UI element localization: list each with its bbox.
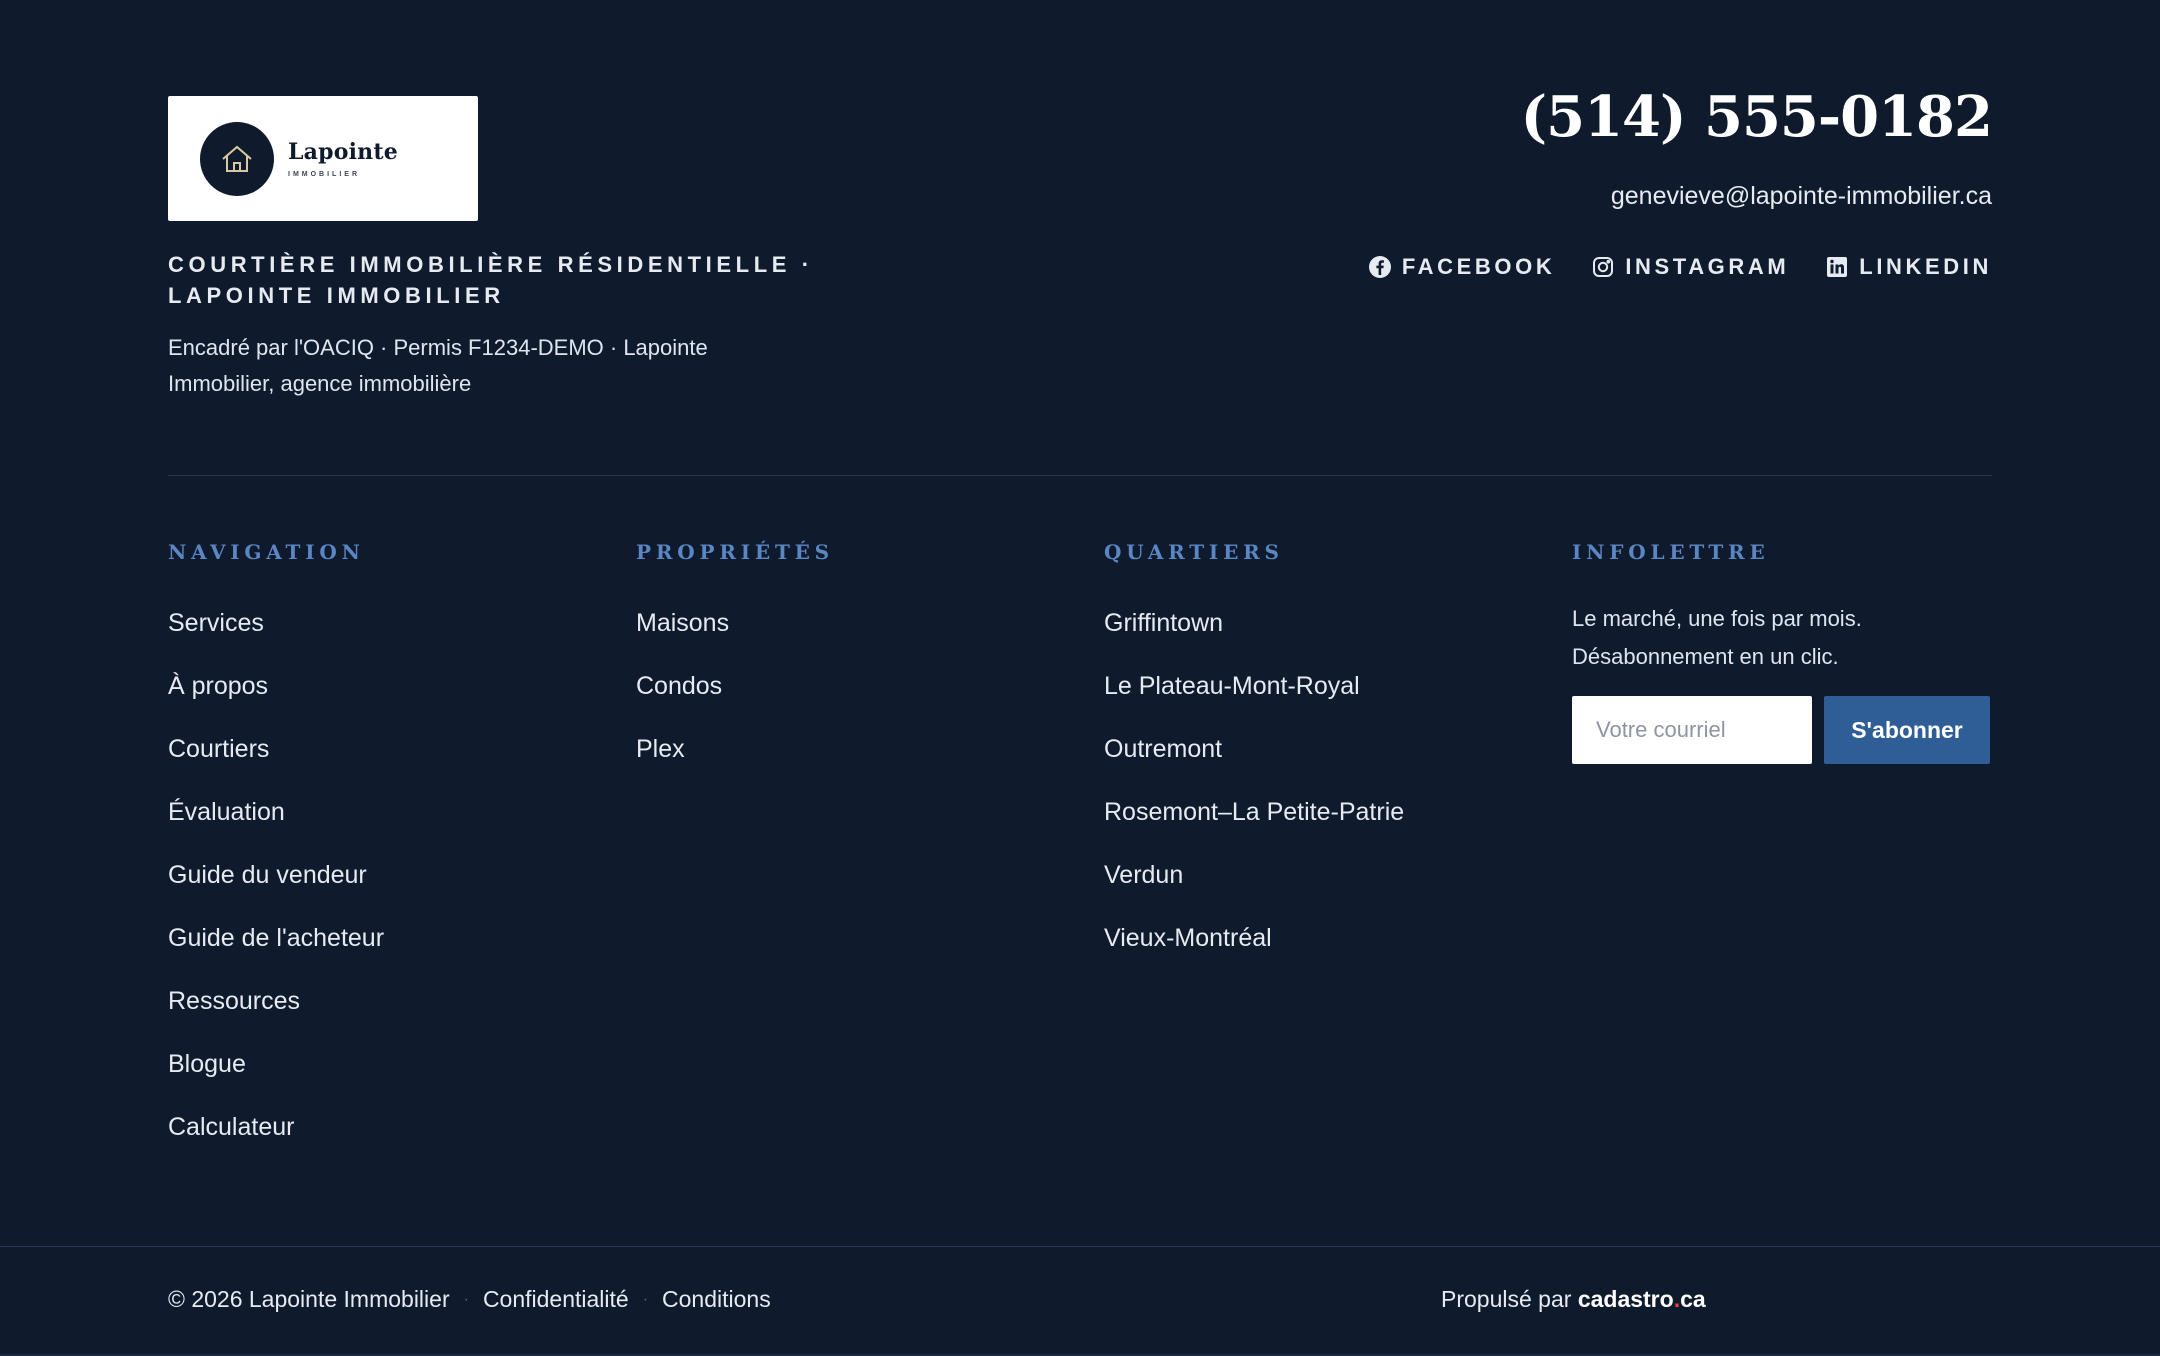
logo-text: Lapointe IMMOBILIER xyxy=(288,139,398,178)
nav-link-guide-acheteur[interactable]: Guide de l'acheteur xyxy=(168,921,384,984)
terms-link[interactable]: Conditions xyxy=(662,1286,771,1313)
column-title: INFOLETTRE xyxy=(1572,540,1770,564)
subscribe-button[interactable]: S'abonner xyxy=(1824,696,1990,764)
footer-columns: NAVIGATION Services À propos Courtiers É… xyxy=(168,540,1992,1180)
social-links: FACEBOOK INSTAGRAM LINKEDIN xyxy=(1368,254,1992,280)
copyright: © 2026 Lapointe Immobilier xyxy=(168,1286,450,1312)
neighborhood-link-outremont[interactable]: Outremont xyxy=(1104,732,1404,795)
legal-links: © 2026 Lapointe Immobilier · Confidentia… xyxy=(168,1286,771,1313)
logo-name: Lapointe xyxy=(288,139,398,165)
logo-subtitle: IMMOBILIER xyxy=(288,171,360,178)
column-title: QUARTIERS xyxy=(1104,540,1284,564)
proprietes-column: PROPRIÉTÉS Maisons Condos Plex xyxy=(636,540,834,795)
bottom-divider xyxy=(0,1246,2160,1247)
infolettre-column: INFOLETTRE Le marché, une fois par mois.… xyxy=(1572,540,1992,764)
column-title: PROPRIÉTÉS xyxy=(636,540,834,564)
neighborhood-link-plateau[interactable]: Le Plateau-Mont-Royal xyxy=(1104,669,1404,732)
newsletter-email-input[interactable] xyxy=(1572,696,1812,764)
social-label: INSTAGRAM xyxy=(1625,254,1790,279)
nav-link-ressources[interactable]: Ressources xyxy=(168,984,384,1047)
navigation-column: NAVIGATION Services À propos Courtiers É… xyxy=(168,540,384,1173)
separator: · xyxy=(463,1290,469,1308)
nav-link-a-propos[interactable]: À propos xyxy=(168,669,384,732)
nav-link-blogue[interactable]: Blogue xyxy=(168,1047,384,1110)
social-instagram[interactable]: INSTAGRAM xyxy=(1591,254,1789,280)
phone-number[interactable]: (514) 555-0182 xyxy=(1521,84,1993,150)
social-linkedin[interactable]: LINKEDIN xyxy=(1825,254,1992,280)
social-label: LINKEDIN xyxy=(1859,254,1992,279)
instagram-icon xyxy=(1593,257,1614,277)
powered-by: Propulsé par cadastro.ca xyxy=(1441,1286,1706,1313)
nav-link-courtiers[interactable]: Courtiers xyxy=(168,732,384,795)
neighborhood-link-verdun[interactable]: Verdun xyxy=(1104,858,1404,921)
footer-top: Lapointe IMMOBILIER COURTIÈRE IMMOBILIÈR… xyxy=(168,0,1993,476)
brand-name: cadastro xyxy=(1577,1286,1674,1312)
section-divider xyxy=(168,475,1992,476)
nav-link-calculateur[interactable]: Calculateur xyxy=(168,1110,384,1173)
privacy-link[interactable]: Confidentialité xyxy=(483,1286,629,1313)
property-link-maisons[interactable]: Maisons xyxy=(636,606,834,669)
powered-by-brand-link[interactable]: cadastro.ca xyxy=(1578,1286,1706,1312)
powered-by-prefix: Propulsé par xyxy=(1441,1286,1572,1312)
social-facebook[interactable]: FACEBOOK xyxy=(1368,254,1555,280)
nav-link-guide-vendeur[interactable]: Guide du vendeur xyxy=(168,858,384,921)
tagline: COURTIÈRE IMMOBILIÈRE RÉSIDENTIELLE · LA… xyxy=(168,252,814,308)
separator: · xyxy=(642,1290,649,1308)
nav-link-evaluation[interactable]: Évaluation xyxy=(168,795,384,858)
quartiers-column: QUARTIERS Griffintown Le Plateau-Mont-Ro… xyxy=(1104,540,1404,984)
newsletter-form: S'abonner xyxy=(1572,696,1992,764)
newsletter-description: Le marché, une fois par mois. Désabonnem… xyxy=(1572,606,1862,669)
property-link-condos[interactable]: Condos xyxy=(636,669,834,732)
nav-link-services[interactable]: Services xyxy=(168,606,384,669)
email-link[interactable]: genevieve@lapointe-immobilier.ca xyxy=(1611,182,1992,211)
brand-tld: ca xyxy=(1680,1286,1706,1312)
property-link-plex[interactable]: Plex xyxy=(636,732,834,795)
neighborhood-link-rosemont[interactable]: Rosemont–La Petite-Patrie xyxy=(1104,795,1404,858)
column-title: NAVIGATION xyxy=(168,540,365,564)
license-text: Encadré par l'OACIQ · Permis F1234-DEMO … xyxy=(168,335,708,396)
bottom-bar: © 2026 Lapointe Immobilier · Confidentia… xyxy=(168,1286,1992,1316)
linkedin-icon xyxy=(1827,257,1848,277)
neighborhood-link-griffintown[interactable]: Griffintown xyxy=(1104,606,1404,669)
social-label: FACEBOOK xyxy=(1401,254,1556,279)
neighborhood-link-vieux-montreal[interactable]: Vieux-Montréal xyxy=(1104,921,1404,984)
house-icon xyxy=(200,121,274,196)
facebook-icon xyxy=(1368,256,1391,278)
logo[interactable]: Lapointe IMMOBILIER xyxy=(168,96,478,221)
